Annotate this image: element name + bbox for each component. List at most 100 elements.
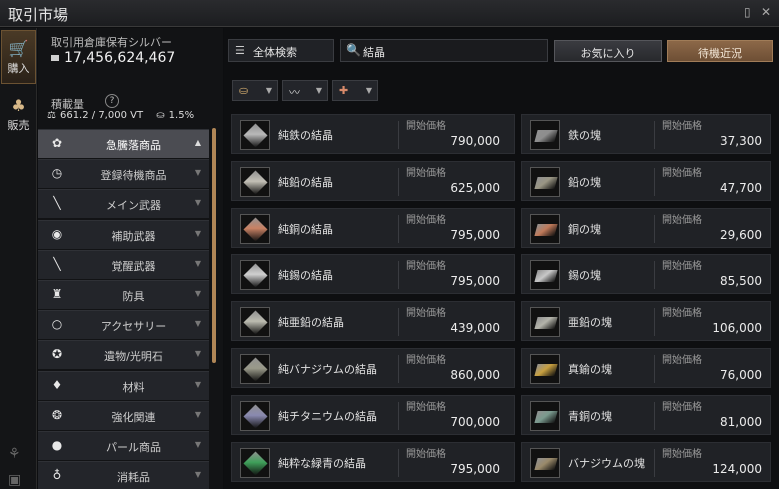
item-price: 790,000 [450,134,500,148]
favorites-button[interactable]: お気に入り [554,40,662,62]
crystal-icon [240,260,270,291]
divider [398,214,399,243]
item-card[interactable]: 鉛の塊 開始価格 47,700 [521,160,771,201]
search-scope-dropdown[interactable]: ☰ 全体検索 [228,39,334,62]
price-label: 開始価格 [662,261,702,273]
ingot-icon [530,120,560,150]
item-price: 795,000 [450,274,500,289]
waiting-status-button[interactable]: 待機近況 [667,40,773,62]
sword-icon: ╲ [53,196,61,211]
item-card[interactable]: 純亜鉛の結晶 開始価格 439,000 [231,301,515,342]
category-item[interactable]: ◷ 登録待機商品 ▼ [38,159,209,189]
category-item[interactable]: ╲ メイン武器 ▼ [38,189,209,219]
item-card[interactable]: バナジウムの塊 開始価格 124,000 [521,441,771,482]
item-image [534,457,558,470]
item-price: 29,600 [720,227,762,242]
lock-icon[interactable]: ▣ [8,472,21,488]
price-label: 開始価格 [406,308,446,320]
category-item[interactable]: ○ アクセサリー ▼ [38,310,209,340]
category-item[interactable]: ╲ 覚醒武器 ▼ [38,249,209,279]
item-card[interactable]: 純チタニウムの結晶 開始価格 700,000 [231,394,515,435]
weight-info: ⚖ 661.2 / 7,000 VT ⛀ 1.5% [47,110,198,121]
item-image [243,217,268,242]
category-item[interactable]: ♜ 防具 ▼ [38,279,209,309]
ingot-icon [530,354,560,384]
phone-icon[interactable]: ▯ [744,5,751,19]
divider [398,401,399,430]
category-item[interactable]: ● パール商品 ▼ [38,430,209,460]
item-card[interactable]: 純銅の結晶 開始価格 795,000 [231,207,515,248]
item-card[interactable]: 純バナジウムの結晶 開始価格 860,000 [231,348,515,388]
item-card[interactable]: 純粋な緑青の結晶 開始価格 795,000 [231,441,515,482]
bag-icon: ⛀ [156,110,165,121]
item-card[interactable]: 鉄の塊 開始価格 37,300 [521,114,771,154]
item-image [534,223,558,236]
price-label: 開始価格 [662,214,702,226]
plus-icon: ✚ [339,84,349,97]
item-name: 青銅の塊 [568,409,612,423]
item-image [243,451,268,476]
crystal-icon [240,307,270,338]
close-icon[interactable]: ✕ [761,5,771,19]
category-item[interactable]: ✪ 遺物/光明石 ▼ [38,340,209,370]
potion-icon: ♁ [52,468,62,483]
help-icon[interactable]: ? [105,94,119,108]
divider [398,448,399,477]
price-label: 開始価格 [406,448,446,460]
filter-dropdown-enhance[interactable]: ✚ ▼ [332,80,378,101]
waiting-status-label: 待機近況 [698,47,742,60]
price-label: 開始価格 [406,121,446,132]
search-icon: 🔍 [346,43,361,57]
chevron-down-icon: ▼ [194,439,201,449]
item-name: 銅の塊 [568,222,601,236]
item-card[interactable]: 亜鉛の塊 開始価格 106,000 [521,301,771,342]
item-image [534,317,558,330]
item-card[interactable]: 青銅の塊 開始価格 81,000 [521,394,771,435]
item-card[interactable]: 純錫の結晶 開始価格 795,000 [231,254,515,295]
buy-tab[interactable]: 🛒 購入 [1,30,36,84]
crystal-icon [240,213,270,244]
divider [398,121,399,149]
item-card[interactable]: 真鍮の塊 開始価格 76,000 [521,348,771,388]
main-panel: ☰ 全体検索 🔍 結晶 お気に入り 待機近況 ⛀ ▼ 〰 ▼ ✚ ▼ 純鉄の結晶 開始価… [224,28,779,489]
item-image [243,123,268,148]
chevron-down-icon: ▼ [194,168,201,178]
item-name: 純鉛の結晶 [278,175,333,189]
category-item[interactable]: ❂ 強化関連 ▼ [38,400,209,430]
item-image [243,263,268,288]
item-price: 795,000 [450,461,500,476]
category-item[interactable]: ♦ 材料 ▼ [38,370,209,400]
item-price: 439,000 [450,321,500,336]
divider [398,355,399,383]
ingot-icon [530,213,560,244]
chevron-down-icon: ▼ [194,409,201,419]
category-item[interactable]: ◉ 補助武器 ▼ [38,219,209,249]
item-image [534,176,558,189]
list-icon: ☰ [235,44,245,57]
mode-rail: 🛒 購入 ♣ 販売 ⚘ ▣ [0,28,37,489]
chevron-down-icon: ▼ [194,379,201,389]
item-card[interactable]: 銅の塊 開始価格 29,600 [521,207,771,248]
chevron-up-icon: ▲ [194,138,201,147]
sell-tab[interactable]: ♣ 販売 [1,90,36,144]
item-image [243,310,268,335]
price-label: 開始価格 [662,448,702,460]
item-name: 鉄の塊 [568,129,601,142]
filter-dropdown-sort[interactable]: ⛀ ▼ [232,80,278,101]
tree-icon[interactable]: ⚘ [8,446,21,462]
search-input[interactable]: 🔍 結晶 [340,39,548,62]
filter-dropdown-trend[interactable]: 〰 ▼ [282,80,328,101]
category-item[interactable]: ✿ 急騰落商品 ▲ [38,129,209,158]
chevron-down-icon: ▼ [194,288,201,298]
sell-tab-label: 販売 [7,119,30,132]
divider [654,355,655,383]
wallet-amount: 17,456,624,467 [51,50,175,66]
item-card[interactable]: 純鉄の結晶 開始価格 790,000 [231,114,515,154]
item-card[interactable]: 錫の塊 開始価格 85,500 [521,254,771,295]
armor-icon: ♜ [51,286,63,301]
category-item[interactable]: ♁ 消耗品 ▼ [38,461,209,489]
sidebar-scrollbar[interactable] [212,128,216,363]
item-card[interactable]: 純鉛の結晶 開始価格 625,000 [231,160,515,201]
crystal-icon [240,447,270,478]
chevron-down-icon: ▼ [365,86,372,95]
